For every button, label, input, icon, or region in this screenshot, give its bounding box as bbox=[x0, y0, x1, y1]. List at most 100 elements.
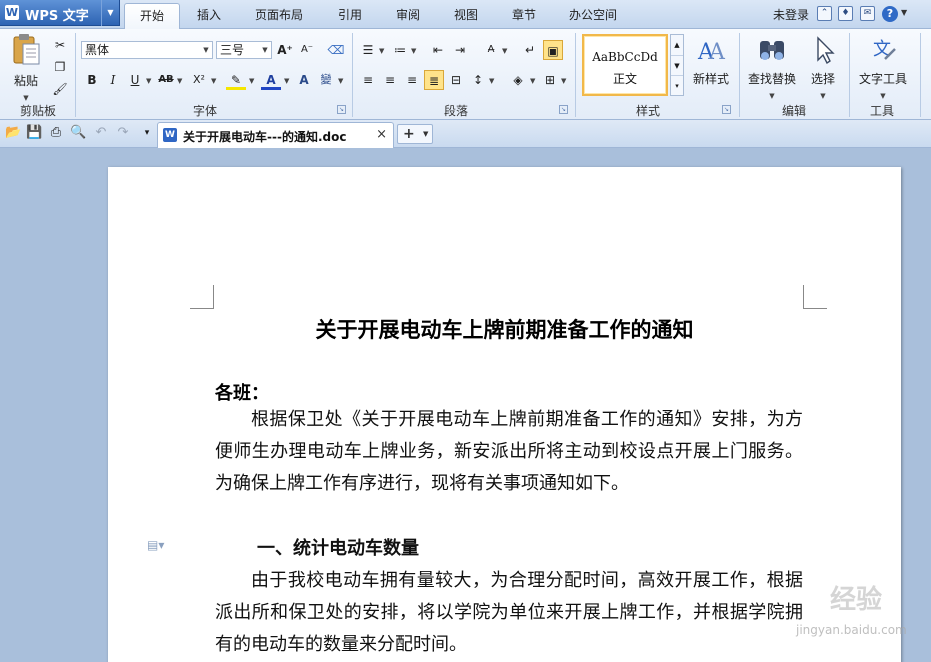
chevron-down-icon[interactable]: ▼ bbox=[561, 77, 566, 85]
chevron-down-icon[interactable]: ▼ bbox=[820, 92, 825, 100]
app-menu-button[interactable]: W WPS 文字 ▼ bbox=[0, 0, 120, 26]
chevron-down-icon[interactable]: ▼ bbox=[901, 8, 907, 17]
feedback-icon[interactable]: ✉ bbox=[860, 6, 875, 21]
save-icon[interactable]: 💾 bbox=[26, 125, 42, 141]
margin-corner-mark bbox=[190, 285, 214, 309]
distributed-align-icon[interactable]: ⊟ bbox=[446, 70, 466, 90]
select-label: 选择 bbox=[810, 72, 835, 86]
text-tools-button[interactable]: 文 文字工具 ▼ bbox=[855, 35, 911, 101]
watermark-url: jingyan.baidu.com bbox=[796, 623, 907, 637]
underline-button[interactable]: U bbox=[125, 70, 145, 90]
chevron-down-icon[interactable]: ▼ bbox=[489, 77, 494, 85]
chevron-down-icon[interactable]: ▼ bbox=[284, 77, 289, 85]
redo-icon[interactable]: ↷ bbox=[115, 125, 131, 141]
align-justify-icon[interactable]: ≣ bbox=[424, 70, 444, 90]
login-status[interactable]: 未登录 bbox=[773, 6, 809, 23]
strikethrough-button[interactable]: AB bbox=[156, 70, 176, 90]
editing-group-label: 编辑 bbox=[782, 104, 807, 118]
group-divider bbox=[575, 33, 576, 117]
font-color-button[interactable]: A bbox=[261, 70, 281, 90]
find-replace-button[interactable]: 查找替换 ▼ bbox=[745, 35, 799, 101]
italic-button[interactable]: I bbox=[103, 70, 123, 90]
font-name-select[interactable]: 黑体 ▼ bbox=[81, 41, 213, 59]
paste-button[interactable]: 粘贴 ▼ bbox=[8, 33, 44, 103]
align-center-icon[interactable]: ≡ bbox=[380, 70, 400, 90]
show-hide-marks-icon[interactable]: ▣ bbox=[543, 40, 563, 60]
print-icon[interactable]: ⎙ bbox=[48, 125, 64, 141]
chevron-down-icon[interactable]: ▼ bbox=[671, 55, 683, 75]
chevron-down-icon[interactable]: ▼ bbox=[502, 47, 507, 55]
shading-icon[interactable]: ◈ bbox=[508, 70, 528, 90]
char-shading-button[interactable]: A bbox=[294, 70, 314, 90]
close-icon[interactable]: × bbox=[376, 127, 387, 142]
format-painter-icon[interactable]: 🖌 bbox=[50, 79, 70, 99]
chevron-down-icon[interactable]: ▼ bbox=[530, 77, 535, 85]
styles-dialog-launcher-icon[interactable]: ↘ bbox=[722, 105, 731, 114]
document-tab[interactable]: W 关于开展电动车---的通知.doc × bbox=[157, 122, 394, 148]
chevron-down-icon[interactable]: ▼ bbox=[880, 92, 885, 100]
print-preview-icon[interactable]: 🔍 bbox=[70, 125, 86, 141]
chevron-down-icon[interactable]: ▼ bbox=[101, 0, 119, 26]
align-left-icon[interactable]: ≡ bbox=[358, 70, 378, 90]
chevron-down-icon[interactable]: ▼ bbox=[423, 125, 428, 143]
superscript-button[interactable]: X² bbox=[189, 70, 209, 90]
tab-review[interactable]: 审阅 bbox=[386, 3, 430, 29]
clear-format-icon[interactable]: ⌫ bbox=[326, 40, 346, 60]
decrease-indent-icon[interactable]: ⇤ bbox=[428, 40, 448, 60]
skin-icon[interactable]: ♦ bbox=[838, 6, 853, 21]
new-style-button[interactable]: A A 新样式 bbox=[690, 35, 732, 87]
chevron-down-icon[interactable]: ▼ bbox=[177, 77, 182, 85]
tab-chapter[interactable]: 章节 bbox=[502, 3, 546, 29]
binoculars-icon bbox=[760, 41, 784, 60]
grow-font-icon[interactable]: A⁺ bbox=[275, 40, 295, 60]
chevron-down-icon[interactable]: ▼ bbox=[338, 77, 343, 85]
tab-page-layout[interactable]: 页面布局 bbox=[246, 3, 312, 29]
paragraph-dialog-launcher-icon[interactable]: ↘ bbox=[559, 105, 568, 114]
bullet-list-icon[interactable]: ☰ bbox=[358, 40, 378, 60]
customize-toolbar-icon[interactable]: ▾ bbox=[139, 125, 155, 141]
chevron-down-icon[interactable]: ▼ bbox=[23, 94, 28, 102]
collapse-ribbon-icon[interactable]: ⌃ bbox=[817, 6, 832, 21]
help-icon[interactable]: ? bbox=[882, 6, 898, 22]
new-tab-button[interactable]: + ▼ bbox=[397, 124, 433, 144]
paragraph-handle-icon[interactable]: ▤▾ bbox=[147, 538, 164, 552]
align-right-icon[interactable]: ≡ bbox=[402, 70, 422, 90]
tab-references[interactable]: 引用 bbox=[328, 3, 372, 29]
chevron-down-icon[interactable]: ▼ bbox=[249, 77, 254, 85]
shrink-font-icon[interactable]: A⁻ bbox=[297, 40, 317, 60]
tab-office-space[interactable]: 办公空间 bbox=[560, 3, 626, 29]
line-spacing-icon[interactable]: ↕ bbox=[468, 70, 488, 90]
chevron-down-icon[interactable]: ▼ bbox=[259, 42, 271, 58]
font-dialog-launcher-icon[interactable]: ↘ bbox=[337, 105, 346, 114]
chevron-down-icon[interactable]: ▼ bbox=[769, 92, 774, 100]
chevron-down-icon[interactable]: ▼ bbox=[146, 77, 151, 85]
phonetic-guide-icon[interactable]: 變 bbox=[316, 70, 336, 90]
tab-insert[interactable]: 插入 bbox=[186, 3, 232, 29]
style-normal-button[interactable]: AaBbCcDd 正文 bbox=[582, 34, 668, 96]
chinese-layout-icon[interactable]: A̶ bbox=[481, 40, 501, 60]
open-folder-icon[interactable]: 📂 bbox=[5, 125, 21, 141]
chevron-down-icon[interactable]: ▼ bbox=[411, 47, 416, 55]
paste-icon bbox=[13, 34, 40, 65]
paragraph-mark-icon[interactable]: ↵ bbox=[520, 40, 540, 60]
gallery-more-icon[interactable]: ▾ bbox=[671, 75, 683, 95]
increase-indent-icon[interactable]: ⇥ bbox=[450, 40, 470, 60]
select-button[interactable]: 选择 ▼ bbox=[803, 35, 843, 101]
style-sample: AaBbCcDd bbox=[592, 50, 658, 64]
borders-icon[interactable]: ⊞ bbox=[540, 70, 560, 90]
tab-home[interactable]: 开始 bbox=[124, 3, 180, 29]
chevron-down-icon[interactable]: ▼ bbox=[379, 47, 384, 55]
undo-icon[interactable]: ↶ bbox=[93, 125, 109, 141]
cut-icon[interactable]: ✂ bbox=[50, 35, 70, 55]
document-page[interactable]: 关于开展电动车上牌前期准备工作的通知 各班： 根据保卫处《关于开展电动车上牌前期… bbox=[108, 167, 901, 662]
tab-view[interactable]: 视图 bbox=[444, 3, 488, 29]
highlight-color-icon[interactable]: ✎ bbox=[226, 70, 246, 90]
style-gallery-scroll[interactable]: ▲ ▼ ▾ bbox=[670, 34, 684, 96]
chevron-down-icon[interactable]: ▼ bbox=[200, 42, 212, 58]
chevron-up-icon[interactable]: ▲ bbox=[671, 35, 683, 55]
chevron-down-icon[interactable]: ▼ bbox=[211, 77, 216, 85]
bold-button[interactable]: B bbox=[82, 70, 102, 90]
numbered-list-icon[interactable]: ≔ bbox=[390, 40, 410, 60]
font-size-select[interactable]: 三号 ▼ bbox=[216, 41, 272, 59]
copy-icon[interactable]: ❐ bbox=[50, 57, 70, 77]
